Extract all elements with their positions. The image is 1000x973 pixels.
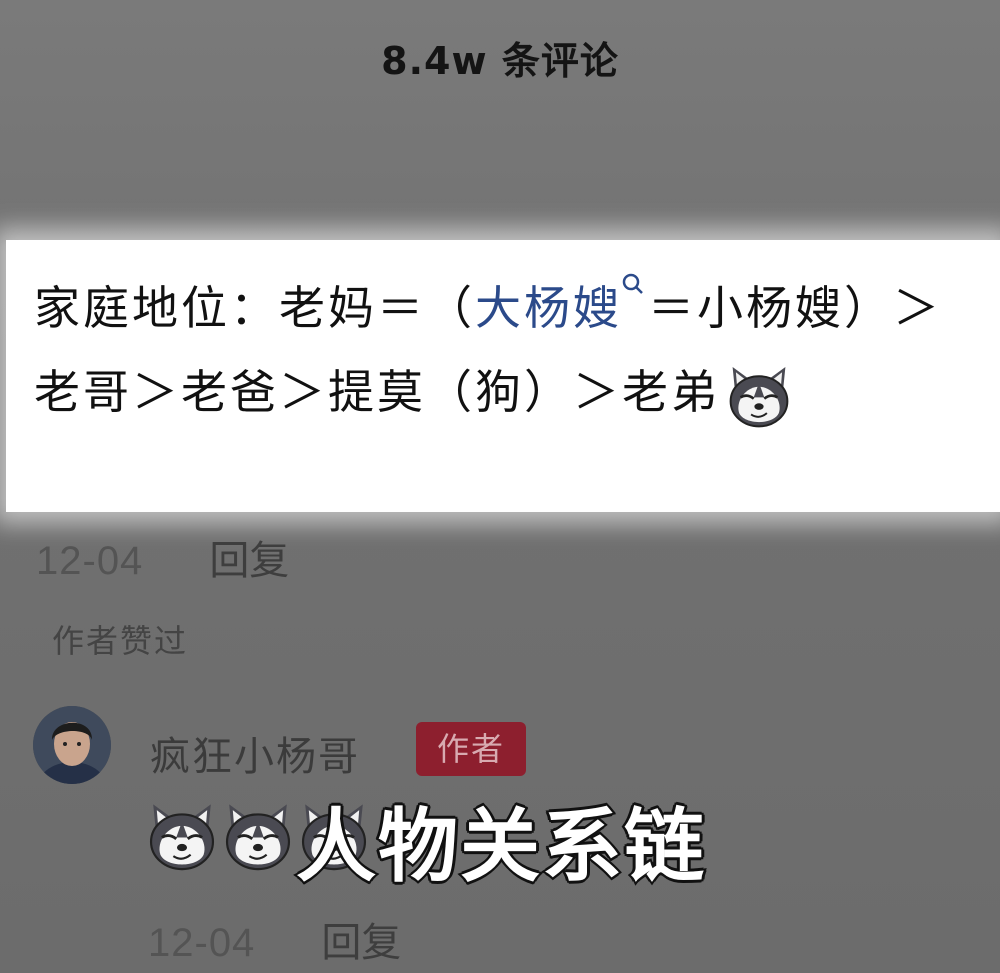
avatar[interactable] — [33, 706, 111, 784]
reply-meta: 12-04 回复 — [148, 910, 401, 968]
dog-emoji-icon — [146, 800, 218, 872]
author-liked-label: 作者赞过 — [52, 622, 189, 660]
comment-meta: 12-04 回复 — [36, 528, 289, 586]
dog-emoji-icon — [726, 363, 792, 429]
reply-button[interactable]: 回复 — [209, 538, 289, 584]
search-link[interactable]: 大杨嫂 — [475, 281, 622, 335]
comment-count-title: 8.4w 条评论 — [381, 39, 619, 83]
comment-date: 12-04 — [36, 539, 144, 583]
comment-text: 家庭地位：老妈＝（大杨嫂 ＝小杨嫂）＞老哥＞老爸＞提莫（狗）＞老弟 — [34, 266, 984, 434]
video-caption: 人物关系链 — [294, 798, 706, 895]
search-icon[interactable] — [622, 272, 644, 306]
reply-date: 12-04 — [148, 921, 256, 965]
reply-username[interactable]: 疯狂小杨哥 — [150, 724, 360, 782]
comment-text-before: 家庭地位：老妈＝（ — [34, 281, 475, 335]
dog-emoji-icon — [222, 800, 294, 872]
comments-screen: 8.4w 条评论 家庭地位：老妈＝（大杨嫂 ＝小杨嫂）＞老哥＞老爸＞提莫（狗）＞老… — [0, 0, 1000, 973]
author-badge: 作者 — [416, 722, 526, 776]
reply-reply-button[interactable]: 回复 — [321, 920, 401, 966]
